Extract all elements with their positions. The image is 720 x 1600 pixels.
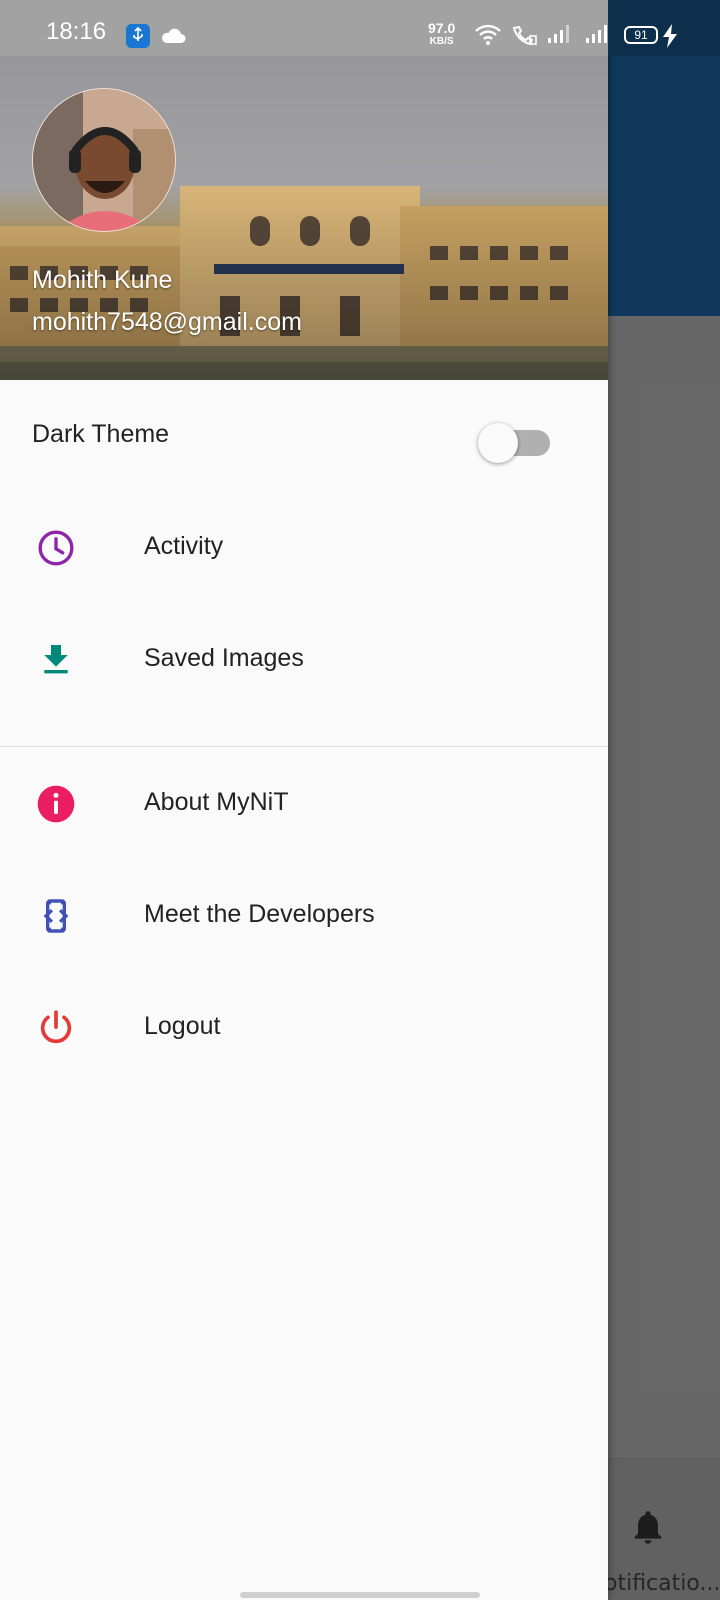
battery-level: 91 (634, 28, 648, 42)
signal-icon-sim1 (548, 25, 569, 43)
signal-icon-sim2 (586, 25, 607, 43)
status-bar: 18:16 97.0 KB/S 91 (0, 0, 720, 56)
power-icon (40, 1010, 72, 1044)
user-name: Mohith Kune (32, 266, 173, 294)
clock-icon (38, 530, 74, 566)
switch-thumb (478, 423, 518, 463)
drawer-item-label: Saved Images (144, 644, 304, 672)
dark-theme-label: Dark Theme (32, 420, 170, 448)
user-email: mohith7548@gmail.com (32, 308, 302, 336)
usb-icon (126, 24, 150, 48)
avatar[interactable] (32, 88, 176, 232)
wifi-icon (475, 24, 501, 45)
drawer-item-activity[interactable]: Activity (0, 492, 608, 604)
profile-photo (33, 89, 175, 231)
menu-divider (0, 746, 608, 747)
drawer-item-label: Logout (144, 1012, 221, 1040)
drawer-item-about[interactable]: About MyNiT (0, 748, 608, 860)
wifi-calling-icon (512, 25, 537, 46)
drawer-item-saved-images[interactable]: Saved Images (0, 604, 608, 716)
drawer-item-developers[interactable]: Meet the Developers (0, 860, 608, 972)
drawer-scrim[interactable] (608, 56, 720, 1600)
developer-mode-icon (43, 899, 69, 933)
info-icon (37, 785, 75, 823)
dark-theme-switch[interactable] (478, 422, 552, 466)
drawer-item-logout[interactable]: Logout (0, 972, 608, 1084)
drawer-item-label: About MyNiT (144, 788, 289, 816)
dark-theme-row[interactable]: Dark Theme (0, 380, 608, 492)
battery-indicator: 91 (624, 26, 658, 44)
charging-icon (663, 24, 677, 48)
network-speed: 97.0 KB/S (428, 20, 456, 48)
navigation-drawer: Mohith Kune mohith7548@gmail.com Dark Th… (0, 0, 608, 1600)
home-indicator[interactable] (240, 1592, 480, 1598)
status-time: 18:16 (46, 18, 107, 45)
drawer-item-label: Meet the Developers (144, 900, 375, 928)
network-speed-unit: KB/S (429, 36, 454, 47)
network-speed-value: 97.0 (428, 20, 456, 36)
download-icon (44, 645, 68, 674)
cloud-icon (162, 28, 186, 43)
drawer-item-label: Activity (144, 532, 224, 560)
drawer-header: Mohith Kune mohith7548@gmail.com (0, 56, 608, 380)
